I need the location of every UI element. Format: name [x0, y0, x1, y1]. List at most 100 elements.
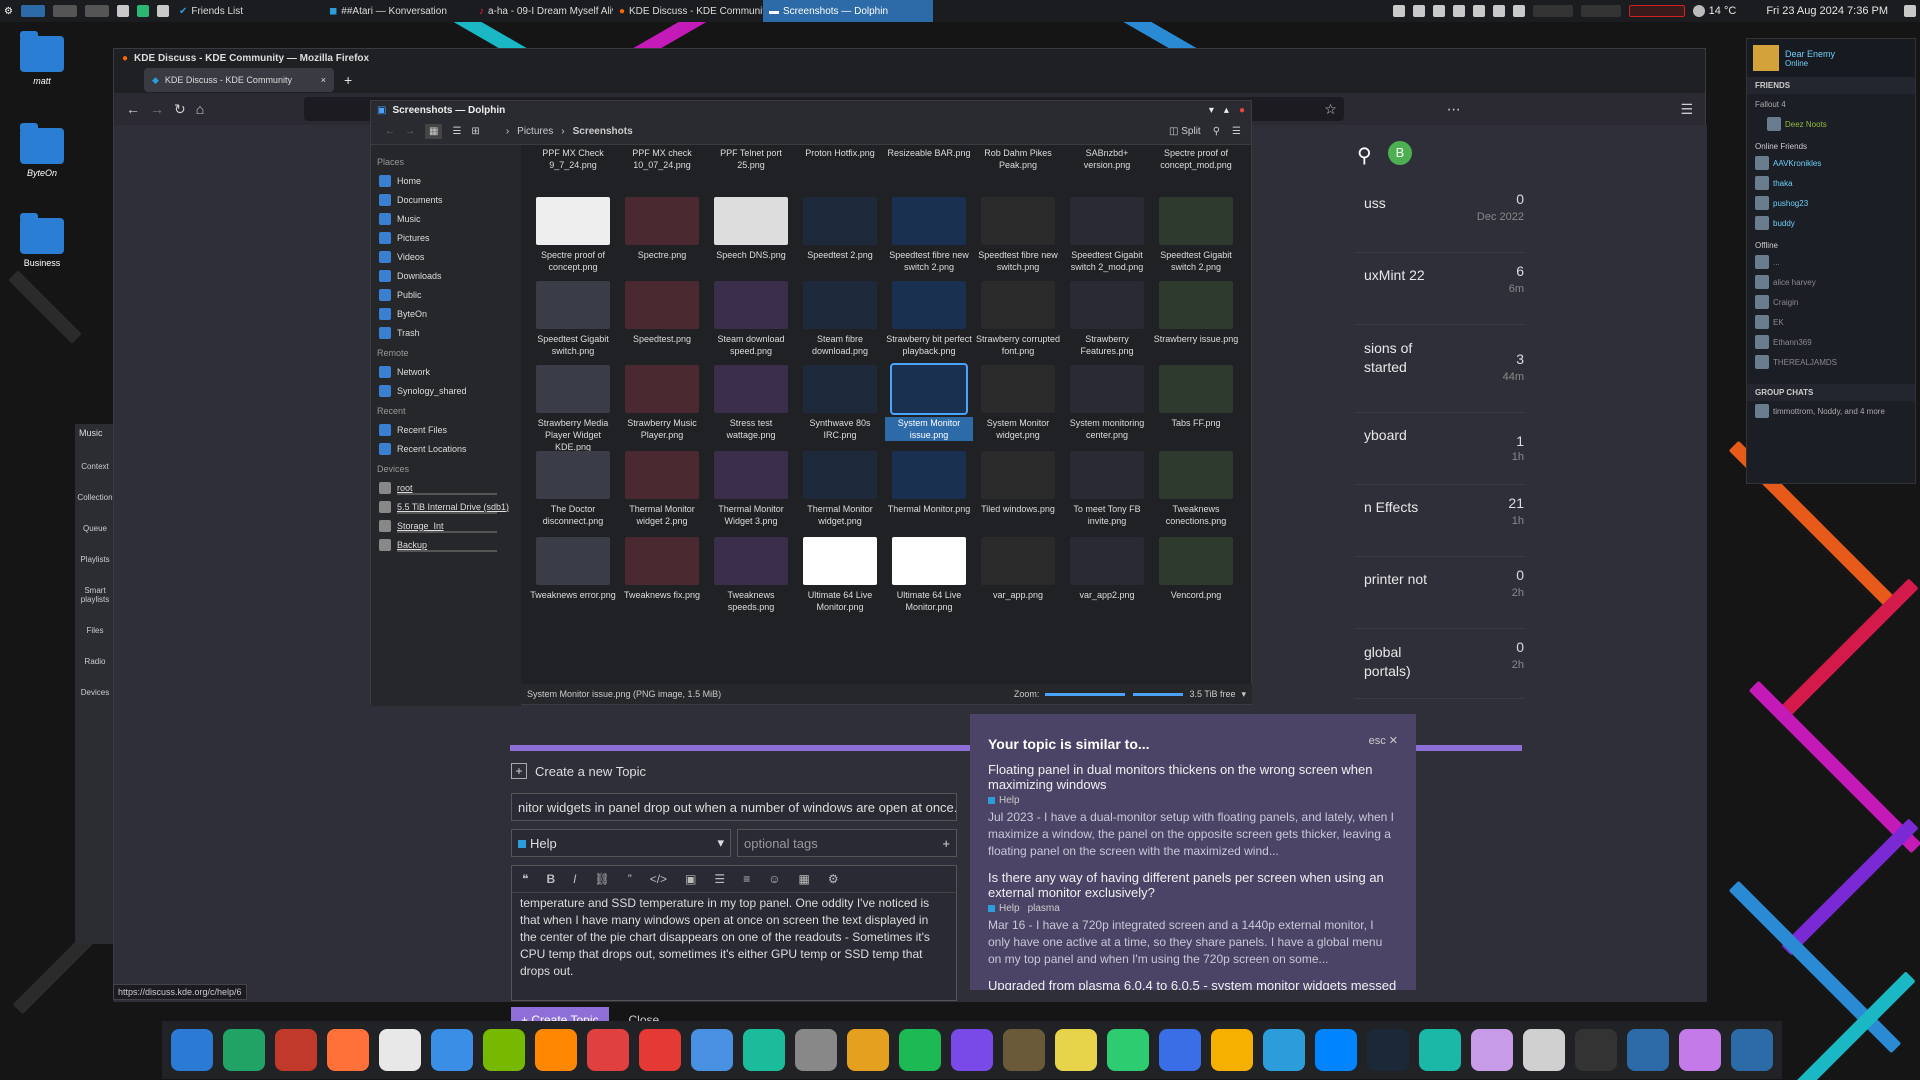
topic-row[interactable]: global portals) 0 2h: [1354, 629, 1524, 699]
music-context[interactable]: Context: [75, 462, 115, 471]
breadcrumb-pictures[interactable]: Pictures: [517, 126, 553, 137]
jar-icon[interactable]: [1523, 1029, 1565, 1071]
minimize-icon[interactable]: ▾: [1209, 105, 1214, 116]
places-item-downloads[interactable]: Downloads: [375, 266, 517, 285]
libreoffice-writer-icon[interactable]: [171, 1029, 213, 1071]
desktop-pager-icon[interactable]: [84, 5, 109, 17]
gear-icon[interactable]: ⚙: [828, 872, 839, 886]
file-item[interactable]: Tweaknews fix.png: [618, 537, 706, 601]
quote-icon[interactable]: ❝: [522, 872, 528, 886]
places-item-byteon[interactable]: ByteOn: [375, 304, 517, 323]
topic-row[interactable]: yboard 1 1h: [1354, 413, 1524, 485]
music-devices[interactable]: Devices: [75, 688, 115, 697]
file-item[interactable]: The Doctor disconnect.png: [529, 451, 617, 527]
reload-icon[interactable]: ↻: [174, 101, 186, 118]
file-item[interactable]: Speedtest Gigabit switch 2.png: [1152, 197, 1240, 273]
file-item[interactable]: Rob Dahm Pikes Peak.png: [974, 145, 1062, 171]
chevron-down-icon[interactable]: ▾: [1241, 689, 1246, 700]
file-item[interactable]: Proton Hotfix.png: [796, 145, 884, 159]
gift-icon[interactable]: [847, 1029, 889, 1071]
places-item-recent-locations[interactable]: Recent Locations: [375, 439, 517, 458]
cpu-monitor-icon[interactable]: [1532, 5, 1573, 17]
file-item[interactable]: Speedtest fibre new switch 2.png: [885, 197, 973, 273]
places-item-recent-files[interactable]: Recent Files: [375, 420, 517, 439]
strawberry-icon[interactable]: [587, 1029, 629, 1071]
bookmark-star-icon[interactable]: ☆: [1324, 101, 1337, 118]
file-item[interactable]: System monitoring center.png: [1063, 365, 1151, 441]
remote-desktop-icon[interactable]: [691, 1029, 733, 1071]
task-konversation[interactable]: ◼ ##Atari — Konversation: [323, 0, 473, 22]
headphones-icon[interactable]: [951, 1029, 993, 1071]
friend-item[interactable]: AAVKronikles: [1747, 153, 1915, 173]
similar-item[interactable]: Upgraded from plasma 6.0.4 to 6.0.5 - sy…: [988, 978, 1398, 990]
search-icon[interactable]: ⚲: [1213, 126, 1220, 137]
gimp-icon[interactable]: [1003, 1029, 1045, 1071]
pin-icon[interactable]: [136, 5, 149, 17]
file-item[interactable]: Speedtest Gigabit switch 2_mod.png: [1063, 197, 1151, 273]
bold-icon[interactable]: B: [546, 872, 555, 886]
file-item[interactable]: Strawberry bit perfect playback.png: [885, 281, 973, 357]
friend-item[interactable]: THEREALJAMDS: [1747, 352, 1915, 372]
free-space-bar[interactable]: [1133, 692, 1184, 696]
back-icon[interactable]: ←: [385, 126, 395, 137]
task-firefox[interactable]: ● KDE Discuss - KDE Community: [613, 0, 763, 22]
music-smart-playlists[interactable]: Smart playlists: [75, 586, 115, 604]
places-item-videos[interactable]: Videos: [375, 247, 517, 266]
file-item[interactable]: Speedtest 2.png: [796, 197, 884, 261]
file-item[interactable]: Thermal Monitor.png: [885, 451, 973, 515]
file-item[interactable]: Spectre proof of concept.png: [529, 197, 617, 273]
file-item[interactable]: Speedtest fibre new switch.png: [974, 197, 1062, 273]
file-item[interactable]: Strawberry Media Player Widget KDE.png: [529, 365, 617, 453]
file-item[interactable]: Thermal Monitor widget 2.png: [618, 451, 706, 527]
terminal-icon[interactable]: [1575, 1029, 1617, 1071]
trash-icon[interactable]: [116, 5, 129, 17]
split-button[interactable]: ◫ Split: [1169, 126, 1201, 137]
file-item[interactable]: Speedtest.png: [618, 281, 706, 345]
italic-icon[interactable]: I: [573, 872, 576, 886]
music-files[interactable]: Files: [75, 626, 115, 635]
weather-temp[interactable]: 14 °C: [1709, 5, 1737, 17]
composer-body[interactable]: temperature and SSD temperature in my to…: [512, 893, 956, 997]
category-select[interactable]: Help ▾: [511, 829, 731, 857]
file-item[interactable]: System Monitor issue.png: [885, 363, 973, 441]
file-item[interactable]: Vencord.png: [1152, 537, 1240, 601]
palette-icon[interactable]: [1679, 1029, 1721, 1071]
forward-icon[interactable]: →: [150, 101, 164, 117]
search-icon[interactable]: ⚲: [1357, 143, 1372, 168]
file-item[interactable]: Tweaknews error.png: [529, 537, 617, 601]
music-queue[interactable]: Queue: [75, 524, 115, 533]
steam-icon[interactable]: [1367, 1029, 1409, 1071]
bluetooth-icon[interactable]: [1452, 5, 1465, 17]
desktop-icon-matt[interactable]: matt: [12, 31, 72, 86]
thunderbird-icon[interactable]: [431, 1029, 473, 1071]
blockquote-icon[interactable]: ”: [628, 872, 632, 886]
file-item[interactable]: Strawberry corrupted font.png: [974, 281, 1062, 357]
task-dolphin[interactable]: ▬ Screenshots — Dolphin: [762, 0, 933, 22]
forward-icon[interactable]: →: [405, 126, 415, 137]
desktop-icon-byteon[interactable]: ByteOn: [12, 123, 72, 178]
topic-row[interactable]: uss 0 Dec 2022: [1354, 181, 1524, 253]
notification-icon[interactable]: [1392, 5, 1405, 17]
file-item[interactable]: PPF Telnet port 25.png: [707, 145, 795, 171]
places-item-public[interactable]: Public: [375, 285, 517, 304]
topic-row[interactable]: printer not 0 2h: [1354, 557, 1524, 629]
extensions-icon[interactable]: ⋯: [1447, 101, 1461, 118]
spotify-icon[interactable]: [899, 1029, 941, 1071]
details-view-icon[interactable]: ☰: [452, 126, 461, 137]
numbered-list-icon[interactable]: ≡: [743, 872, 750, 886]
friend-item[interactable]: thaka: [1747, 173, 1915, 193]
esc-close[interactable]: esc ✕: [1369, 734, 1398, 747]
friend-item[interactable]: buddy: [1747, 213, 1915, 233]
memory-monitor-icon[interactable]: [1580, 5, 1621, 17]
zoom-slider[interactable]: [1045, 692, 1126, 696]
file-item[interactable]: Thermal Monitor Widget 3.png: [707, 451, 795, 527]
maximize-icon[interactable]: ▴: [1224, 105, 1229, 116]
breadcrumb-screenshots[interactable]: Screenshots: [573, 126, 633, 137]
close-icon[interactable]: ●: [1239, 105, 1245, 116]
close-tab-icon[interactable]: ×: [321, 75, 326, 85]
tor-icon[interactable]: [1055, 1029, 1097, 1071]
places-item-home[interactable]: Home: [375, 171, 517, 190]
home-icon[interactable]: ⌂: [196, 101, 204, 117]
steam-tray-icon[interactable]: [1432, 5, 1445, 17]
menu-icon[interactable]: ☰: [1680, 101, 1693, 118]
